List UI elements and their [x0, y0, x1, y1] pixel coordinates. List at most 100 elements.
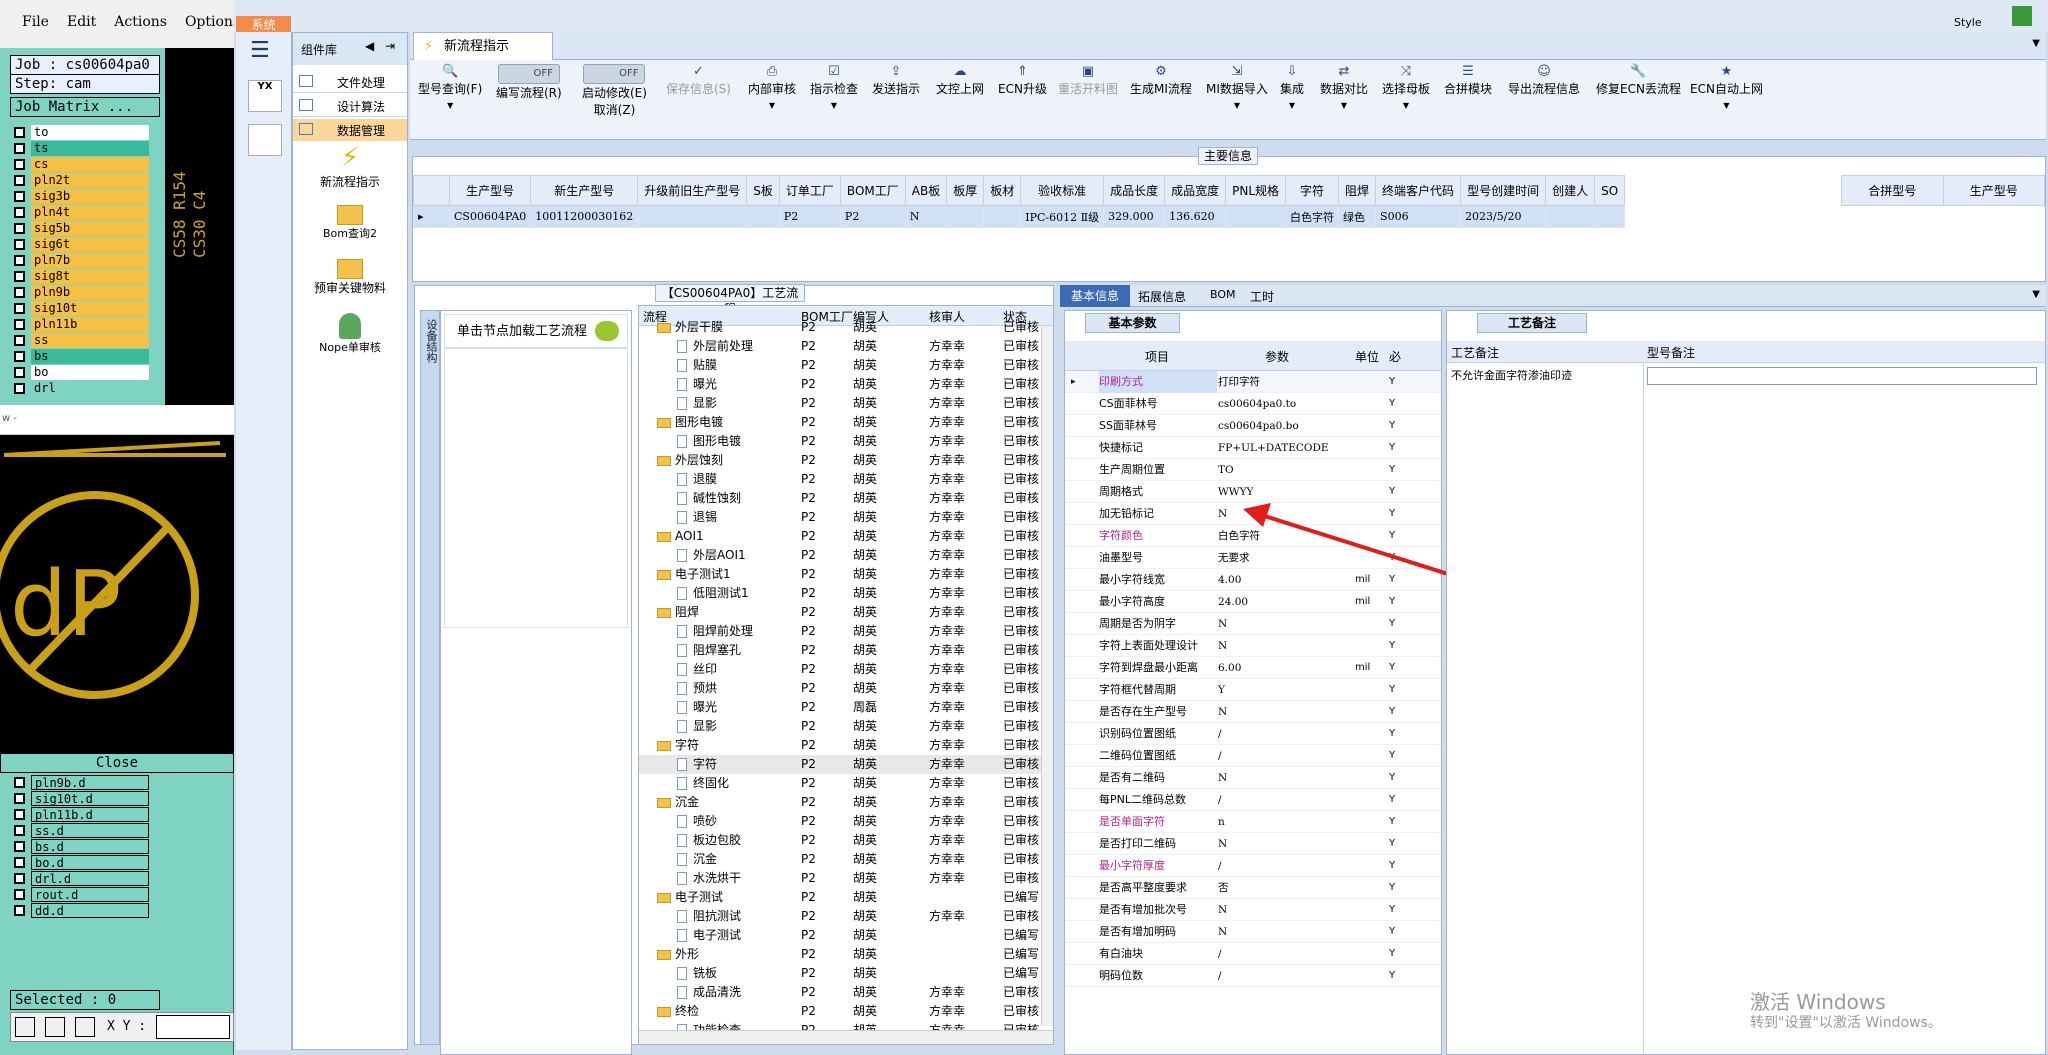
- tree-row[interactable]: 退锡 P2 胡英 方幸幸 已审核: [639, 508, 1053, 527]
- layer-checkbox[interactable]: [14, 335, 25, 346]
- data-compare-button[interactable]: ⇄ 数据对比 ▼: [1320, 64, 1368, 111]
- nav-item-prereview[interactable]: 预审关键物料: [293, 259, 407, 296]
- param-row[interactable]: 是否打印二维码 N Y: [1065, 833, 1441, 855]
- tree-row[interactable]: 阻焊 P2 胡英 方幸幸 已审核: [639, 603, 1053, 622]
- cam-graphic-area[interactable]: CS58 R154 CS30 C4: [165, 48, 235, 408]
- nav-item-bom-query[interactable]: Bom查询2: [293, 205, 407, 241]
- tree-row[interactable]: 退膜 P2 胡英 方幸幸 已审核: [639, 470, 1053, 489]
- param-column-header[interactable]: 必: [1389, 348, 1401, 365]
- param-row[interactable]: 字符框代替周期 Y Y: [1065, 679, 1441, 701]
- param-value[interactable]: cs00604pa0.bo: [1218, 415, 1299, 437]
- menu-edit[interactable]: Edit: [67, 14, 96, 48]
- tree-row[interactable]: 外形 P2 胡英 已编写: [639, 945, 1053, 964]
- tree-row[interactable]: 电子测试 P2 胡英 已编写: [639, 926, 1053, 945]
- measure-icon[interactable]: [45, 1017, 65, 1037]
- nav-item-new-process[interactable]: ⚡ 新流程指示: [293, 143, 407, 190]
- export-process-button[interactable]: ☺ 导出流程信息: [1508, 64, 1580, 97]
- menu-file[interactable]: File: [22, 14, 49, 48]
- layer-row[interactable]: sig10t: [14, 301, 149, 316]
- param-value[interactable]: cs00604pa0.to: [1218, 393, 1296, 415]
- layer-row[interactable]: drl: [14, 381, 149, 396]
- mi-import-button[interactable]: ⇲ MI数据导入 ▼: [1206, 64, 1268, 111]
- column-header[interactable]: 板材: [983, 175, 1022, 206]
- tree-row[interactable]: 阻抗测试 P2 胡英 方幸幸 已审核: [639, 907, 1053, 926]
- tabs-dropdown-icon[interactable]: ▼: [2032, 289, 2040, 300]
- layer-checkbox[interactable]: [14, 367, 25, 378]
- tree-row[interactable]: 电子测试1 P2 胡英 方幸幸 已审核: [639, 565, 1053, 584]
- layer-row[interactable]: ts: [14, 141, 149, 156]
- tree-row[interactable]: 外层AOI1 P2 胡英 方幸幸 已审核: [639, 546, 1053, 565]
- repair-ecn-button[interactable]: 🔧 修复ECN丢流程: [1596, 64, 1681, 97]
- nav-design-algorithm[interactable]: 设计算法: [293, 95, 407, 117]
- layer-row[interactable]: drl.d: [14, 871, 149, 886]
- column-header[interactable]: BOM工厂: [839, 175, 906, 206]
- param-value[interactable]: N: [1218, 899, 1227, 921]
- zoom-icon[interactable]: [15, 1017, 35, 1037]
- param-row[interactable]: CS面菲林号 cs00604pa0.to Y: [1065, 393, 1441, 415]
- tree-row[interactable]: 贴膜 P2 胡英 方幸幸 已审核: [639, 356, 1053, 375]
- tree-row[interactable]: 沉金 P2 胡英 方幸幸 已审核: [639, 850, 1053, 869]
- select-mother-board-button[interactable]: ⤨ 选择母板 ▼: [1382, 64, 1430, 111]
- layer-checkbox[interactable]: [14, 825, 25, 836]
- param-value[interactable]: /: [1218, 965, 1222, 987]
- param-value[interactable]: Y: [1218, 679, 1225, 701]
- column-header[interactable]: AB板: [904, 175, 948, 206]
- column-header[interactable]: 订单工厂: [778, 175, 841, 206]
- param-row[interactable]: 生产周期位置 TO Y: [1065, 459, 1441, 481]
- param-row[interactable]: 周期格式 WWYY Y: [1065, 481, 1441, 503]
- param-row[interactable]: 字符到焊盘最小距离 6.00 mil Y: [1065, 657, 1441, 679]
- xy-input[interactable]: [156, 1015, 230, 1039]
- toggle-switch[interactable]: OFF: [497, 64, 560, 84]
- param-value[interactable]: N: [1218, 701, 1227, 723]
- layer-checkbox[interactable]: [14, 207, 25, 218]
- param-value[interactable]: WWYY: [1218, 481, 1253, 503]
- tree-row[interactable]: 低阻测试1 P2 胡英 方幸幸 已审核: [639, 584, 1053, 603]
- layer-row[interactable]: pln9b.d: [14, 775, 149, 790]
- layer-checkbox[interactable]: [14, 143, 25, 154]
- layer-checkbox[interactable]: [14, 319, 25, 330]
- pin-icon[interactable]: ⇥: [385, 39, 395, 53]
- hamburger-menu-icon[interactable]: ☰: [250, 38, 270, 63]
- layer-checkbox[interactable]: [14, 873, 25, 884]
- tab-work-hours[interactable]: 工时: [1250, 288, 1274, 305]
- layer-checkbox[interactable]: [14, 841, 25, 852]
- model-note-input[interactable]: [1647, 367, 2037, 385]
- layer-checkbox[interactable]: [14, 889, 25, 900]
- tree-row[interactable]: 碱性蚀刻 P2 胡英 方幸幸 已审核: [639, 489, 1053, 508]
- layer-row[interactable]: bs.d: [14, 839, 149, 854]
- layer-row[interactable]: sig10t.d: [14, 791, 149, 806]
- column-header[interactable]: 成品长度: [1103, 175, 1166, 206]
- param-row[interactable]: 快捷标记 FP+UL+DATECODE Y: [1065, 437, 1441, 459]
- horizontal-scrollbar[interactable]: [639, 1030, 1053, 1044]
- tree-row[interactable]: 预烘 P2 胡英 方幸幸 已审核: [639, 679, 1053, 698]
- param-row[interactable]: 明码位数 / Y: [1065, 965, 1441, 987]
- layer-checkbox[interactable]: [14, 793, 25, 804]
- column-header[interactable]: 创建人: [1545, 175, 1596, 206]
- tree-row[interactable]: 图形电镀 P2 胡英 方幸幸 已审核: [639, 432, 1053, 451]
- layer-checkbox[interactable]: [14, 191, 25, 202]
- column-header[interactable]: 板厚: [946, 175, 985, 206]
- table-row[interactable]: ▸ CS00604PA0 10011200030162 P2 P2 N IPC-6012 Ⅱ…: [413, 205, 1626, 228]
- merge-module-button[interactable]: ☰ 合拼模块: [1444, 64, 1492, 97]
- layer-checkbox[interactable]: [14, 809, 25, 820]
- column-header[interactable]: 升级前旧生产型号: [637, 175, 748, 206]
- tree-row[interactable]: 显影 P2 胡英 方幸幸 已审核: [639, 394, 1053, 413]
- send-instruction-button[interactable]: ⇪ 发送指示: [872, 64, 920, 97]
- layer-row[interactable]: pln11b.d: [14, 807, 149, 822]
- param-row[interactable]: 有白油块 / Y: [1065, 943, 1441, 965]
- close-button[interactable]: Close: [0, 753, 234, 773]
- start-edit-button[interactable]: OFF 启动修改(E) 取消(Z): [582, 64, 647, 118]
- column-header[interactable]: 字符: [1285, 175, 1340, 206]
- layer-row[interactable]: ss.d: [14, 823, 149, 838]
- layer-checkbox[interactable]: [14, 777, 25, 788]
- param-value[interactable]: N: [1218, 613, 1227, 635]
- param-value[interactable]: 打印字符: [1218, 371, 1260, 393]
- param-value[interactable]: 6.00: [1218, 657, 1241, 679]
- param-value[interactable]: N: [1218, 833, 1227, 855]
- layer-row[interactable]: rout.d: [14, 887, 149, 902]
- layer-row[interactable]: pln2t: [14, 173, 149, 188]
- param-value[interactable]: N: [1218, 503, 1227, 525]
- column-header[interactable]: 生产型号: [448, 175, 532, 206]
- nav-item-nope-review[interactable]: Nope单审核: [293, 313, 407, 355]
- tree-row[interactable]: 外层前处理 P2 胡英 方幸幸 已审核: [639, 337, 1053, 356]
